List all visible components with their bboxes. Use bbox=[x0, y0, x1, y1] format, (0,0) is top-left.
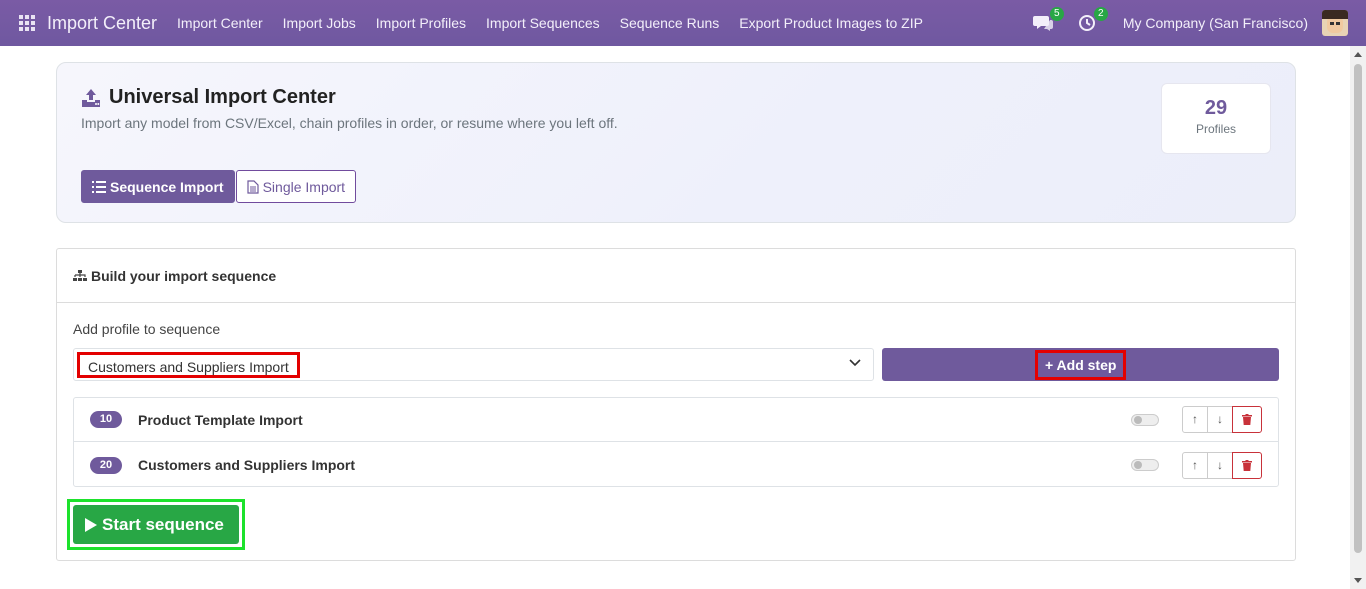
step-name: Customers and Suppliers Import bbox=[138, 457, 356, 473]
menu-export-product-images[interactable]: Export Product Images to ZIP bbox=[739, 15, 923, 31]
delete-step-button[interactable] bbox=[1232, 406, 1262, 433]
move-down-button[interactable]: ↓ bbox=[1207, 451, 1233, 479]
scroll-down-arrow-icon[interactable] bbox=[1354, 578, 1362, 583]
step-name: Product Template Import bbox=[138, 411, 303, 428]
tab-sequence-import-label: Sequence Import bbox=[110, 178, 224, 195]
upload-icon bbox=[82, 88, 100, 107]
list-icon bbox=[92, 180, 106, 193]
add-step-label: + Add step bbox=[1035, 350, 1127, 380]
add-step-button[interactable]: + Add step bbox=[882, 348, 1279, 381]
menu-import-profiles[interactable]: Import Profiles bbox=[376, 15, 466, 31]
menu-import-center[interactable]: Import Center bbox=[177, 15, 263, 31]
profile-select[interactable]: Customers and Suppliers Import bbox=[73, 348, 874, 381]
scroll-up-arrow-icon[interactable] bbox=[1354, 52, 1362, 57]
step-toggle[interactable] bbox=[1131, 459, 1159, 471]
mode-tabs: Sequence Import Single Import bbox=[81, 170, 357, 203]
tab-sequence-import[interactable]: Sequence Import bbox=[81, 170, 235, 203]
start-sequence-button[interactable]: Start sequence bbox=[73, 505, 239, 544]
sequence-steps-list: 10 Product Template Import ↑ ↓ 20 Custom… bbox=[73, 397, 1279, 487]
step-sequence-badge: 20 bbox=[90, 456, 122, 474]
start-sequence-highlight: Start sequence bbox=[67, 499, 245, 550]
profiles-count: 29 bbox=[1204, 97, 1228, 119]
page-scrollbar[interactable] bbox=[1350, 46, 1366, 589]
scrollbar-thumb[interactable] bbox=[1354, 64, 1362, 553]
page-title: Universal Import Center bbox=[109, 86, 336, 108]
tab-single-import-label: Single Import bbox=[262, 178, 346, 195]
header-title-row: Universal Import Center bbox=[81, 86, 336, 109]
user-avatar[interactable] bbox=[1322, 10, 1348, 36]
step-sequence-badge: 10 bbox=[90, 411, 122, 428]
profiles-stat: 29 Profiles bbox=[1161, 83, 1271, 154]
menu-sequence-runs[interactable]: Sequence Runs bbox=[620, 15, 720, 31]
sequence-builder-card: Build your import sequence Add profile t… bbox=[56, 248, 1296, 561]
profiles-label: Profiles bbox=[1195, 122, 1236, 136]
builder-title: Build your import sequence bbox=[91, 267, 277, 284]
activities-clock-icon[interactable]: 2 bbox=[1077, 7, 1108, 33]
main-content: Universal Import Center Import any model… bbox=[0, 46, 1350, 589]
builder-header: Build your import sequence bbox=[57, 249, 1295, 303]
file-icon bbox=[246, 179, 259, 194]
sitemap-icon bbox=[73, 269, 87, 281]
page-subtitle: Import any model from CSV/Excel, chain p… bbox=[81, 115, 618, 131]
company-switcher[interactable]: My Company (San Francisco) bbox=[1123, 15, 1308, 31]
start-sequence-label: Start sequence bbox=[102, 514, 224, 534]
activities-badge: 2 bbox=[1093, 7, 1108, 21]
delete-step-button[interactable] bbox=[1232, 451, 1262, 479]
trash-icon bbox=[1242, 459, 1252, 471]
chevron-down-icon bbox=[849, 359, 861, 367]
messages-badge: 5 bbox=[1049, 7, 1064, 21]
header-card: Universal Import Center Import any model… bbox=[56, 62, 1296, 223]
move-down-button[interactable]: ↓ bbox=[1207, 406, 1233, 433]
trash-icon bbox=[1242, 414, 1252, 425]
apps-menu-icon[interactable] bbox=[7, 0, 47, 46]
menu-import-sequences[interactable]: Import Sequences bbox=[486, 15, 600, 31]
app-brand[interactable]: Import Center bbox=[47, 13, 157, 34]
move-up-button[interactable]: ↑ bbox=[1182, 406, 1208, 433]
step-row: 20 Customers and Suppliers Import ↑ ↓ bbox=[74, 443, 1278, 487]
menu-import-jobs[interactable]: Import Jobs bbox=[283, 15, 356, 31]
step-toggle[interactable] bbox=[1131, 413, 1159, 426]
top-navbar: Import Center Import Center Import Jobs … bbox=[0, 0, 1366, 46]
play-icon bbox=[85, 517, 97, 532]
add-profile-label: Add profile to sequence bbox=[73, 321, 221, 337]
messages-icon[interactable]: 5 bbox=[1032, 7, 1064, 33]
profile-select-value: Customers and Suppliers Import bbox=[77, 352, 300, 378]
tab-single-import[interactable]: Single Import bbox=[235, 170, 357, 203]
move-up-button[interactable]: ↑ bbox=[1182, 451, 1208, 479]
step-row: 10 Product Template Import ↑ ↓ bbox=[74, 398, 1278, 442]
